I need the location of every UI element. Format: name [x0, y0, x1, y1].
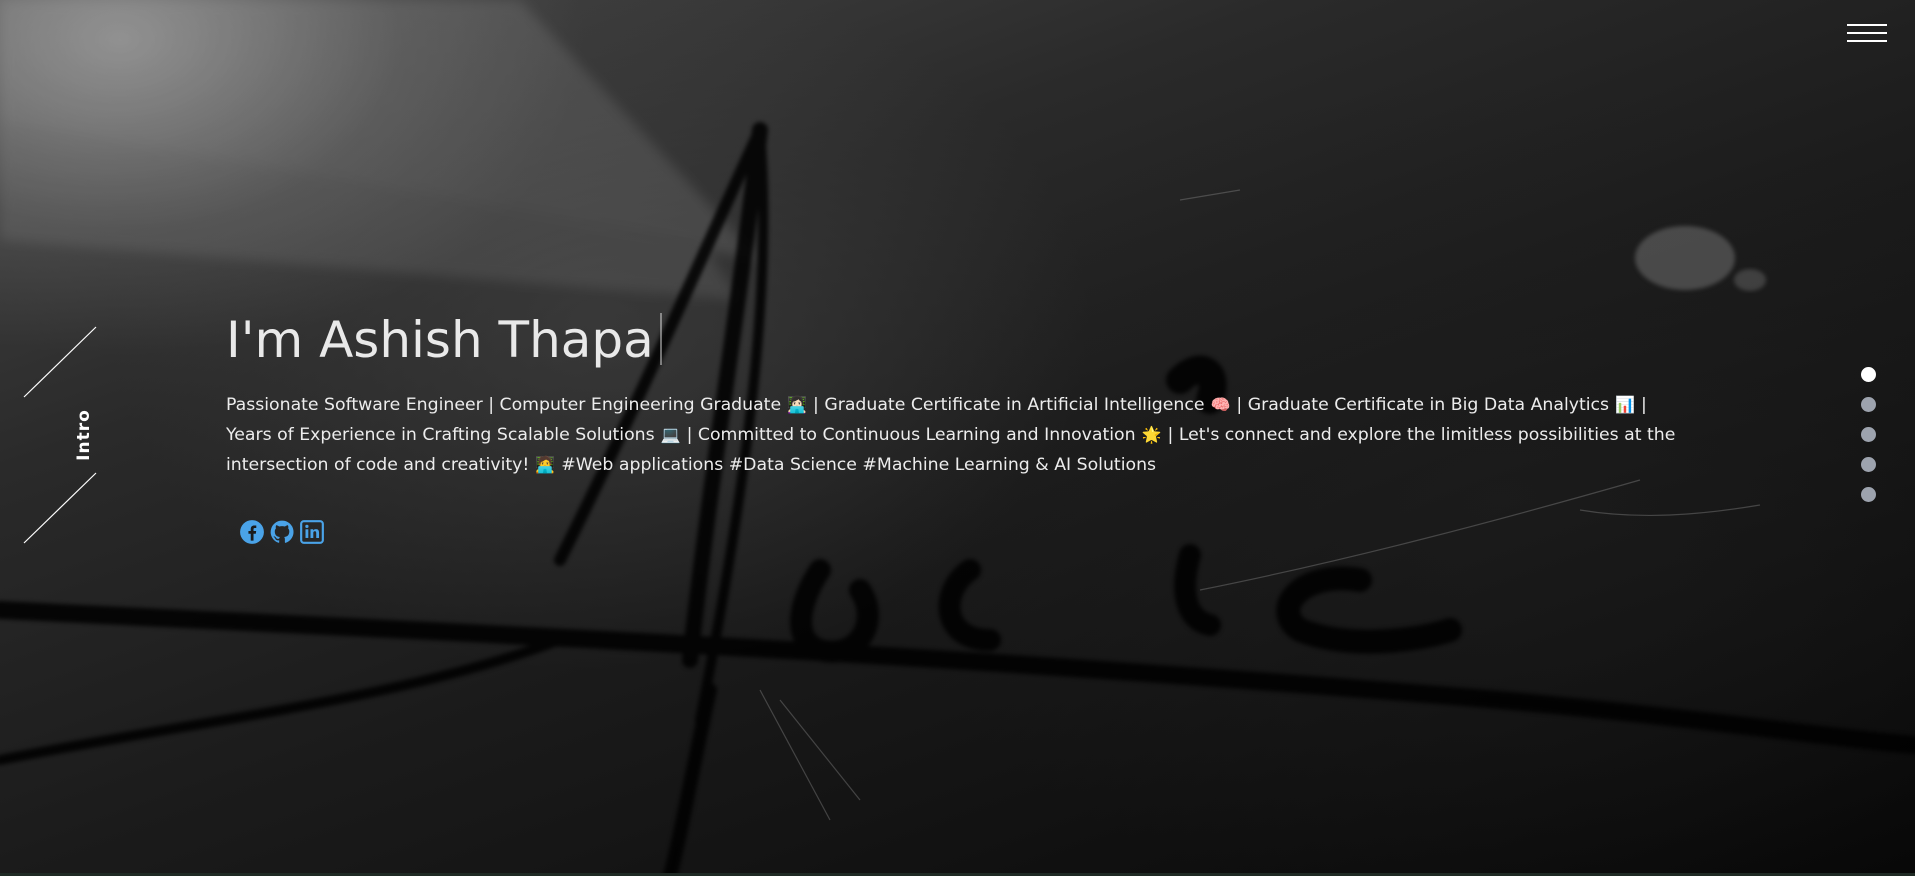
star-emoji-icon: 🌟 — [1141, 425, 1162, 444]
hero-content: I'm Ashish Thapa Passionate Software Eng… — [226, 300, 1696, 480]
typing-cursor — [659, 313, 662, 365]
social-links — [239, 518, 325, 546]
page-title-text: I'm Ashish Thapa — [226, 311, 654, 369]
description-part: | Committed to Continuous Learning and I… — [686, 425, 1136, 445]
description-part: | Graduate Certificate in Big Data Analy… — [1236, 395, 1610, 415]
section-label: Intro — [22, 325, 98, 545]
section-dot-1[interactable] — [1861, 367, 1876, 382]
coder-emoji-icon: 🧑‍💻 — [535, 455, 556, 474]
section-label-text: Intro — [74, 409, 94, 461]
brain-emoji-icon: 🧠 — [1210, 395, 1231, 414]
section-dot-2[interactable] — [1861, 397, 1876, 412]
github-icon[interactable] — [269, 519, 295, 545]
facebook-icon[interactable] — [239, 519, 265, 545]
linkedin-icon[interactable] — [299, 519, 325, 545]
intro-section: Intro I'm Ashish Thapa Passionate Softwa… — [0, 0, 1915, 876]
section-dot-3[interactable] — [1861, 427, 1876, 442]
section-nav-dots — [1861, 367, 1877, 517]
hero-description: Passionate Software Engineer | Computer … — [226, 390, 1696, 480]
page-title: I'm Ashish Thapa — [226, 300, 662, 380]
hamburger-menu-icon[interactable] — [1847, 24, 1887, 46]
description-part: #Web applications #Data Science #Machine… — [561, 455, 1157, 475]
section-dot-4[interactable] — [1861, 457, 1876, 472]
description-part: | Graduate Certificate in Artificial Int… — [813, 395, 1205, 415]
laptop-emoji-icon: 💻 — [660, 425, 681, 444]
section-dot-5[interactable] — [1861, 487, 1876, 502]
chart-emoji-icon: 📊 — [1615, 395, 1635, 414]
description-part: Passionate Software Engineer | Computer … — [226, 395, 782, 415]
technologist-emoji-icon: 👩🏻‍💻 — [787, 395, 808, 414]
